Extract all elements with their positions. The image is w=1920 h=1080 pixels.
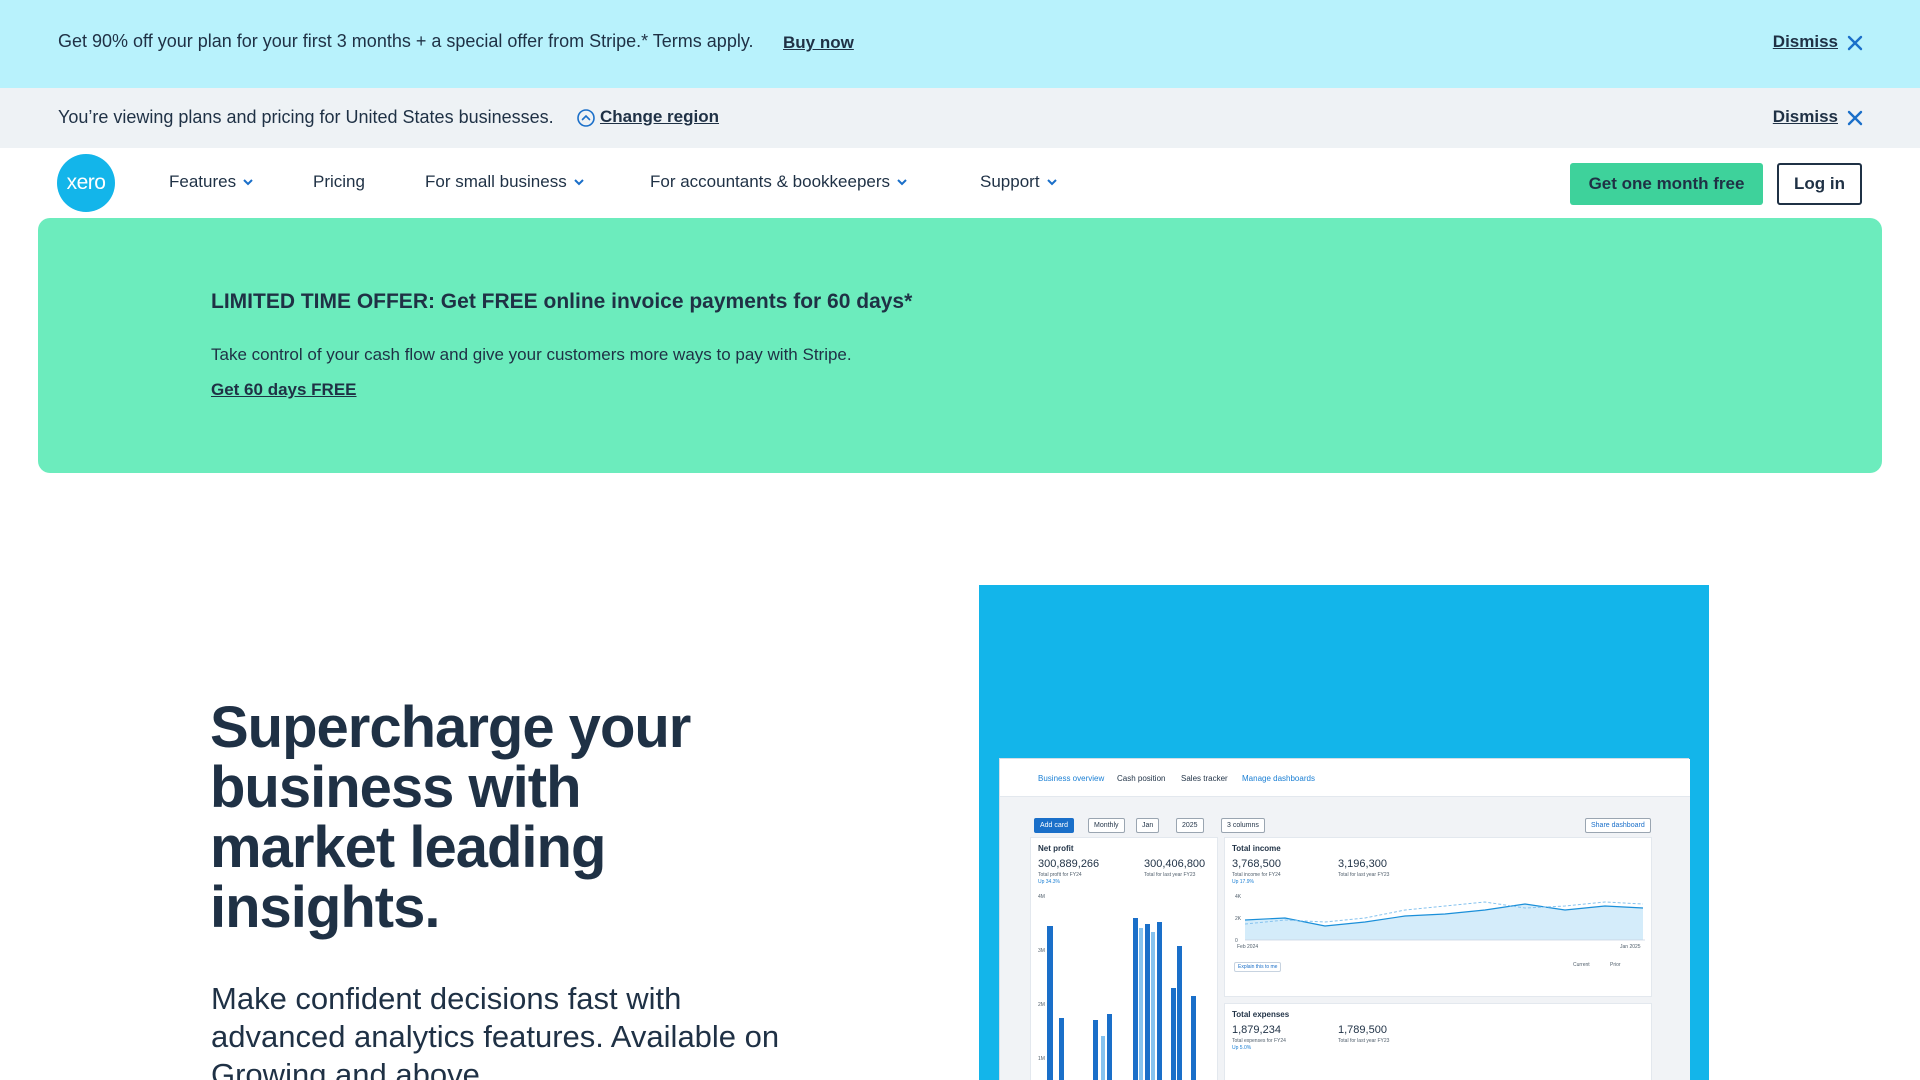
close-icon[interactable] [1846, 109, 1864, 127]
bar [1151, 932, 1155, 1080]
add-card-button: Add card [1034, 818, 1075, 833]
promo-dismiss-link[interactable]: Dismiss [1773, 32, 1838, 52]
period-select: Monthly [1088, 818, 1125, 833]
dashboard-tabs: Business overview Cash position Sales tr… [1000, 759, 1690, 797]
income-x-start: Feb 2024 [1237, 944, 1259, 950]
region-dismiss-link[interactable]: Dismiss [1773, 107, 1838, 127]
net-profit-ytick: 1M [1038, 1056, 1045, 1062]
bar [1101, 1036, 1105, 1080]
change-region-link[interactable]: Change region [600, 107, 719, 127]
nav-features[interactable]: Features [169, 172, 254, 192]
bar [1093, 1020, 1098, 1080]
net-profit-ytick: 2M [1038, 1002, 1045, 1008]
dashboard-card: Business overview Cash position Sales tr… [999, 758, 1690, 1080]
tab-cash-position: Cash position [1117, 774, 1166, 783]
net-profit-title: Net profit [1038, 844, 1074, 853]
hero-subtitle: Make confident decisions fast with advan… [211, 981, 780, 1080]
total-expenses-caption: Total expenses for FY24 [1232, 1038, 1286, 1044]
promo-banner: Get 90% off your plan for your first 3 m… [0, 0, 1920, 88]
nav-support-label: Support [980, 172, 1040, 191]
get-one-month-free-button[interactable]: Get one month free [1570, 163, 1763, 205]
net-profit-ytick: 4M [1038, 894, 1045, 900]
year-select: 2025 [1176, 818, 1204, 833]
chevron-up-circle-icon [577, 109, 595, 127]
net-profit-compare-caption: Total for last year FY23 [1144, 872, 1196, 878]
total-income-compare-caption: Total for last year FY23 [1338, 872, 1390, 878]
nav-pricing-label: Pricing [313, 172, 365, 191]
nav-small-business[interactable]: For small business [425, 172, 585, 192]
tab-sales-tracker: Sales tracker [1181, 774, 1228, 783]
total-expenses-value: 1,879,234 [1232, 1024, 1281, 1036]
bar [1133, 918, 1138, 1080]
net-profit-caption: Total profit for FY24 [1038, 872, 1082, 878]
get-60-days-free-link[interactable]: Get 60 days FREE [211, 380, 357, 400]
total-income-value: 3,768,500 [1232, 858, 1281, 870]
bar [1191, 996, 1196, 1080]
promo-text: Get 90% off your plan for your first 3 m… [58, 31, 754, 51]
legend-current: Current [1573, 962, 1590, 968]
share-dashboard-button: Share dashboard [1585, 818, 1651, 833]
net-profit-panel: Net profit 300,889,266 Total profit for … [1030, 837, 1218, 1080]
income-x-end: Jan 2025 [1620, 944, 1641, 950]
bar [1059, 1018, 1064, 1080]
xero-logo[interactable]: xero [57, 154, 115, 212]
chevron-down-icon [1046, 179, 1057, 186]
nav-support[interactable]: Support [980, 172, 1058, 192]
bar [1047, 926, 1053, 1080]
total-income-line-chart [1245, 901, 1645, 941]
total-expenses-panel: Total expenses 1,879,234 Total expenses … [1224, 1003, 1652, 1080]
total-expenses-compare-value: 1,789,500 [1338, 1024, 1387, 1036]
month-select: Jan [1136, 818, 1160, 833]
close-icon[interactable] [1846, 34, 1864, 52]
dashboard-image: Business overview Cash position Sales tr… [979, 585, 1709, 1080]
total-expenses-change: Up 5.0% [1232, 1045, 1252, 1051]
legend-prior: Prior [1610, 962, 1621, 968]
tab-business-overview: Business overview [1038, 774, 1105, 783]
offer-title: LIMITED TIME OFFER: Get FREE online invo… [211, 290, 913, 313]
nav-features-label: Features [169, 172, 237, 191]
bar [1145, 924, 1150, 1080]
net-profit-compare-value: 300,406,800 [1144, 858, 1206, 870]
dashboard-body: Add card Monthly Jan 2025 3 columns Shar… [1000, 797, 1690, 1080]
total-income-change: Up 17.9% [1232, 879, 1254, 885]
total-income-panel: Total income 3,768,500 Total income for … [1224, 837, 1652, 997]
total-income-compare-value: 3,196,300 [1338, 858, 1387, 870]
chevron-down-icon [897, 179, 907, 186]
bar [1177, 946, 1182, 1080]
columns-select: 3 columns [1221, 818, 1265, 833]
net-profit-value: 300,889,266 [1038, 858, 1100, 870]
total-income-caption: Total income for FY24 [1232, 872, 1281, 878]
offer-text: Take control of your cash flow and give … [211, 345, 852, 364]
net-profit-change: Up 34.3% [1038, 879, 1060, 885]
total-income-title: Total income [1232, 844, 1281, 853]
nav-small-business-label: For small business [425, 172, 567, 191]
region-banner: You’re viewing plans and pricing for Uni… [0, 88, 1920, 148]
explain-button: Explain this to me [1234, 962, 1282, 972]
nav-pricing[interactable]: Pricing [313, 172, 365, 192]
nav-accountants-label: For accountants & bookkeepers [650, 172, 891, 191]
chevron-down-icon [243, 179, 253, 186]
region-text: You’re viewing plans and pricing for Uni… [58, 107, 554, 127]
bar [1139, 928, 1143, 1080]
bar [1171, 988, 1176, 1080]
chevron-down-icon [574, 179, 584, 186]
bar [1157, 922, 1162, 1080]
income-ytick: 4K [1235, 894, 1242, 900]
net-profit-bar-chart [1047, 918, 1196, 1080]
tab-manage-dashboards: Manage dashboards [1242, 774, 1315, 783]
total-expenses-compare-caption: Total for last year FY23 [1338, 1038, 1390, 1044]
hero-title: Supercharge your business with market le… [210, 695, 691, 940]
bar [1107, 1014, 1112, 1080]
net-profit-ytick: 3M [1038, 948, 1045, 954]
income-ytick: 2K [1235, 916, 1242, 922]
nav-accountants[interactable]: For accountants & bookkeepers [650, 172, 908, 192]
total-expenses-title: Total expenses [1232, 1010, 1290, 1019]
main-nav: xero Features Pricing For small business… [0, 148, 1920, 218]
offer-card: LIMITED TIME OFFER: Get FREE online invo… [38, 218, 1882, 473]
log-in-button[interactable]: Log in [1777, 163, 1862, 205]
buy-now-link[interactable]: Buy now [783, 33, 854, 53]
